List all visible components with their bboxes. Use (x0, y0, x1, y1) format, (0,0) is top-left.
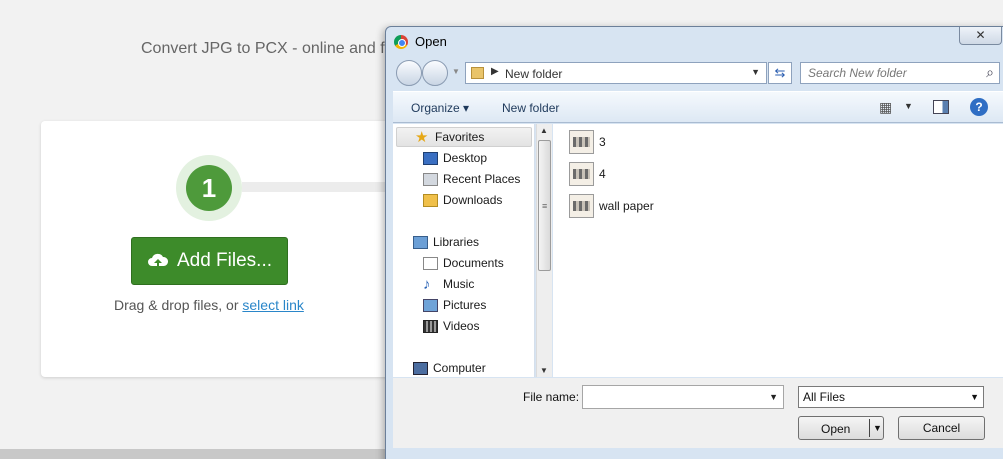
file-type-select[interactable]: All Files ▼ (798, 386, 984, 408)
address-bar[interactable]: ▶ New folder ▼ (465, 62, 767, 84)
nav-label: Pictures (443, 298, 487, 312)
preview-pane-icon[interactable] (933, 100, 949, 114)
nav-item-music[interactable]: ♪ Music (423, 274, 474, 294)
page-bottom-bar (0, 449, 390, 459)
image-thumbnail-icon (569, 130, 594, 154)
libraries-icon (413, 235, 428, 249)
open-options-dropdown-icon[interactable]: ▼ (873, 423, 882, 433)
pictures-icon (423, 298, 438, 312)
recent-places-icon (423, 172, 438, 186)
nav-item-computer[interactable]: Computer (413, 358, 486, 377)
file-name: 3 (599, 135, 606, 149)
search-icon[interactable]: ⌕ (986, 64, 994, 81)
close-button[interactable]: ✕ (959, 27, 1002, 45)
file-name-input[interactable]: ▼ (582, 385, 784, 409)
nav-item-favorites[interactable]: ★ Favorites (396, 127, 532, 147)
search-input[interactable]: Search New folder ⌕ (800, 62, 1000, 84)
file-type-dropdown-icon: ▼ (970, 392, 979, 402)
nav-item-desktop[interactable]: Desktop (423, 148, 487, 168)
file-item[interactable]: wall paper (569, 192, 654, 220)
refresh-button[interactable]: ⇆ (768, 62, 792, 84)
forward-button[interactable] (422, 60, 448, 86)
nav-label: Videos (443, 319, 480, 333)
command-toolbar: Organize ▾ New folder ▦ ▼ ? (393, 91, 1003, 123)
nav-label: Favorites (435, 130, 485, 144)
nav-label: Recent Places (443, 172, 521, 186)
search-placeholder: Search New folder (808, 66, 907, 80)
select-link[interactable]: select link (242, 297, 303, 313)
nav-item-videos[interactable]: Videos (423, 316, 479, 336)
step-number-badge: 1 (186, 165, 232, 211)
new-folder-button[interactable]: New folder (502, 101, 559, 115)
nav-item-downloads[interactable]: Downloads (423, 190, 502, 210)
desktop-icon (423, 151, 438, 165)
navigation-pane: ★ Favorites Desktop Recent Places Downlo… (393, 124, 535, 377)
page-subtitle: Convert JPG to PCX - online and fr (141, 40, 390, 57)
image-thumbnail-icon (569, 194, 594, 218)
file-item[interactable]: 4 (569, 160, 606, 188)
nav-label: Documents (443, 256, 504, 270)
help-button[interactable]: ? (970, 98, 988, 116)
star-icon: ★ (415, 128, 429, 146)
view-dropdown-icon[interactable]: ▼ (904, 101, 913, 111)
dialog-titlebar[interactable]: Open ✕ (386, 27, 1003, 57)
file-type-value: All Files (803, 390, 846, 404)
file-name-label: File name: (523, 390, 580, 404)
address-dropdown-icon[interactable]: ▼ (751, 67, 760, 77)
dialog-title: Open (415, 34, 447, 49)
file-list: 3 4 wall paper (553, 124, 1003, 377)
nav-item-libraries[interactable]: Libraries (413, 232, 479, 252)
folder-icon (471, 67, 484, 79)
drag-drop-hint: Drag & drop files, or select link (114, 297, 304, 313)
film-icon (423, 319, 438, 333)
chrome-icon (394, 35, 408, 49)
nav-item-pictures[interactable]: Pictures (423, 295, 486, 315)
nav-item-documents[interactable]: Documents (423, 253, 504, 273)
open-dialog: Open ✕ ▼ ▶ New folder ▼ ⇆ Search New fol… (385, 26, 1003, 459)
drag-drop-text: Drag & drop files, or (114, 297, 243, 313)
nav-item-recent-places[interactable]: Recent Places (423, 169, 520, 189)
file-name: 4 (599, 167, 606, 181)
scrollbar-thumb[interactable]: ≡ (538, 140, 551, 271)
image-thumbnail-icon (569, 162, 594, 186)
cloud-upload-icon (147, 253, 168, 268)
nav-label: Computer (433, 361, 486, 375)
documents-icon (423, 256, 438, 270)
nav-label: Music (443, 277, 475, 291)
music-note-icon: ♪ (423, 275, 431, 293)
organize-button[interactable]: Organize ▾ (411, 101, 469, 115)
breadcrumb-arrow-icon[interactable]: ▶ (491, 66, 499, 77)
view-options-icon[interactable]: ▦ (879, 99, 892, 116)
cancel-button[interactable]: Cancel (898, 416, 985, 440)
scroll-down-icon[interactable]: ▼ (540, 366, 548, 375)
computer-icon (413, 361, 428, 375)
file-item[interactable]: 3 (569, 128, 606, 156)
add-files-label: Add Files... (176, 250, 273, 271)
nav-label: Libraries (433, 235, 480, 249)
open-button[interactable]: Open ▼ (798, 416, 884, 440)
address-path[interactable]: New folder (505, 67, 562, 81)
downloads-icon (423, 193, 438, 207)
nav-label: Downloads (443, 193, 503, 207)
step-progress-line (242, 182, 392, 192)
nav-scrollbar[interactable]: ▲ ≡ ▼ (536, 124, 552, 377)
file-name-dropdown-icon[interactable]: ▼ (769, 392, 778, 402)
nav-label: Desktop (443, 151, 488, 165)
add-files-button[interactable]: Add Files... (131, 237, 288, 285)
history-dropdown-icon[interactable]: ▼ (452, 67, 460, 76)
scroll-up-icon[interactable]: ▲ (540, 126, 548, 135)
navigation-bar: ▼ ▶ New folder ▼ ⇆ Search New folder ⌕ (386, 57, 1003, 89)
back-button[interactable] (396, 60, 422, 86)
open-button-label: Open (821, 422, 851, 436)
split-separator (869, 419, 870, 437)
dialog-footer: File name: ▼ All Files ▼ Open ▼ Cancel (393, 378, 1003, 448)
file-name: wall paper (599, 199, 654, 213)
grip-icon: ≡ (542, 201, 548, 211)
